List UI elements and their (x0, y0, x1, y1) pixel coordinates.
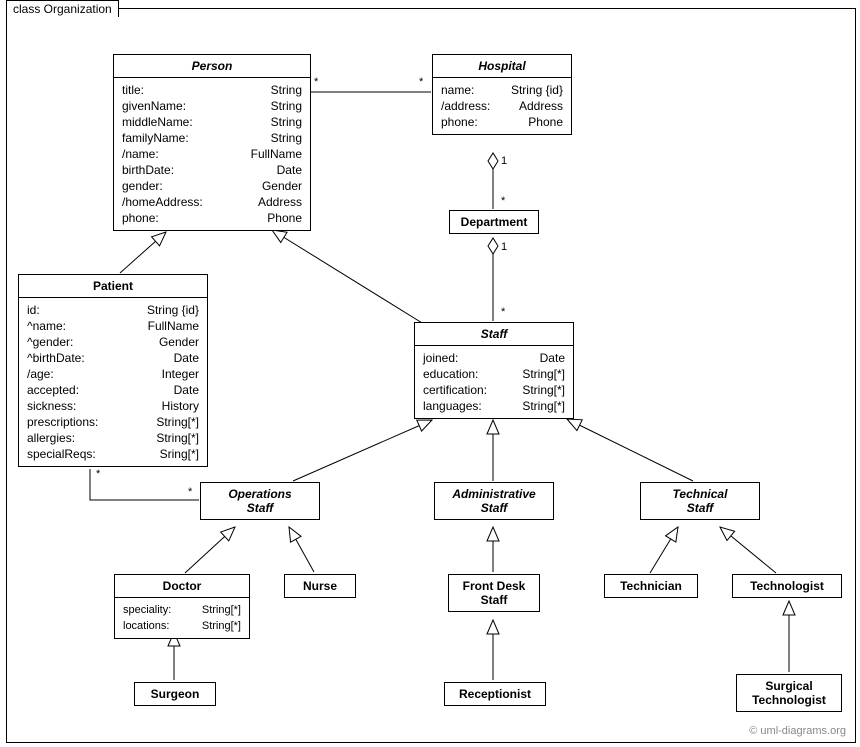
attr-row: gender:Gender (122, 178, 302, 194)
attrs-patient: id:String {id}^name:FullName^gender:Gend… (19, 298, 207, 466)
class-title: Technician (605, 575, 697, 597)
attr-row: /homeAddress:Address (122, 194, 302, 210)
class-title: Doctor (115, 575, 249, 598)
class-staff: Staff joined:Dateeducation:String[*]cert… (414, 322, 574, 419)
class-technician: Technician (604, 574, 698, 598)
attrs-hospital: name:String {id}/address:Addressphone:Ph… (433, 78, 571, 134)
attr-row: name:String {id} (441, 82, 563, 98)
mult-label: * (188, 486, 192, 498)
line1: Front Desk (455, 579, 533, 593)
mult-label: * (314, 76, 318, 88)
attr-row: locations:String[*] (123, 618, 241, 634)
mult-label: * (501, 306, 505, 318)
attr-row: title:String (122, 82, 302, 98)
frame-title: class Organization (6, 0, 119, 17)
copyright: © uml-diagrams.org (749, 725, 846, 737)
attr-row: familyName:String (122, 130, 302, 146)
attr-row: languages:String[*] (423, 398, 565, 414)
class-title: Surgical Technologist (737, 675, 841, 711)
line1: Surgical (743, 679, 835, 693)
attr-row: /age:Integer (27, 366, 199, 382)
class-person: Person title:StringgivenName:Stringmiddl… (113, 54, 311, 231)
attr-row: accepted:Date (27, 382, 199, 398)
attr-row: /name:FullName (122, 146, 302, 162)
line2: Staff (207, 501, 313, 515)
attr-row: /address:Address (441, 98, 563, 114)
diagram-canvas: class Organization (0, 0, 860, 747)
class-doctor: Doctor speciality:String[*]locations:Str… (114, 574, 250, 639)
mult-label: * (419, 76, 423, 88)
class-admin: Administrative Staff (434, 482, 554, 520)
attrs-doctor: speciality:String[*]locations:String[*] (115, 598, 249, 638)
class-ops: Operations Staff (200, 482, 320, 520)
class-frontdesk: Front Desk Staff (448, 574, 540, 612)
attr-row: phone:Phone (441, 114, 563, 130)
attr-row: speciality:String[*] (123, 602, 241, 618)
attr-row: specialReqs:Sring[*] (27, 446, 199, 462)
attr-row: middleName:String (122, 114, 302, 130)
class-title: Receptionist (445, 683, 545, 705)
mult-label: * (501, 195, 505, 207)
attr-row: birthDate:Date (122, 162, 302, 178)
class-title: Administrative Staff (435, 483, 553, 519)
attr-row: sickness:History (27, 398, 199, 414)
class-receptionist: Receptionist (444, 682, 546, 706)
attr-row: prescriptions:String[*] (27, 414, 199, 430)
class-title: Department (450, 211, 538, 233)
mult-label: 1 (501, 155, 507, 167)
line2: Staff (441, 501, 547, 515)
attr-row: ^name:FullName (27, 318, 199, 334)
attr-row: id:String {id} (27, 302, 199, 318)
attr-row: education:String[*] (423, 366, 565, 382)
line1: Operations (207, 487, 313, 501)
class-title: Surgeon (135, 683, 215, 705)
attr-row: joined:Date (423, 350, 565, 366)
mult-label: 1 (501, 241, 507, 253)
class-nurse: Nurse (284, 574, 356, 598)
class-department: Department (449, 210, 539, 234)
class-title: Front Desk Staff (449, 575, 539, 611)
line1: Technical (647, 487, 753, 501)
class-title: Hospital (433, 55, 571, 78)
attrs-staff: joined:Dateeducation:String[*]certificat… (415, 346, 573, 418)
line2: Staff (455, 593, 533, 607)
class-tech: Technical Staff (640, 482, 760, 520)
attr-row: allergies:String[*] (27, 430, 199, 446)
class-title: Technical Staff (641, 483, 759, 519)
class-title: Staff (415, 323, 573, 346)
attr-row: phone:Phone (122, 210, 302, 226)
attrs-person: title:StringgivenName:StringmiddleName:S… (114, 78, 310, 230)
line2: Staff (647, 501, 753, 515)
class-surgtech: Surgical Technologist (736, 674, 842, 712)
class-title: Operations Staff (201, 483, 319, 519)
class-patient: Patient id:String {id}^name:FullName^gen… (18, 274, 208, 467)
class-technologist: Technologist (732, 574, 842, 598)
class-surgeon: Surgeon (134, 682, 216, 706)
attr-row: ^birthDate:Date (27, 350, 199, 366)
class-title: Technologist (733, 575, 841, 597)
attr-row: certification:String[*] (423, 382, 565, 398)
mult-label: * (96, 468, 100, 480)
line2: Technologist (743, 693, 835, 707)
class-title: Nurse (285, 575, 355, 597)
line1: Administrative (441, 487, 547, 501)
class-hospital: Hospital name:String {id}/address:Addres… (432, 54, 572, 135)
class-title: Person (114, 55, 310, 78)
class-title: Patient (19, 275, 207, 298)
attr-row: ^gender:Gender (27, 334, 199, 350)
attr-row: givenName:String (122, 98, 302, 114)
